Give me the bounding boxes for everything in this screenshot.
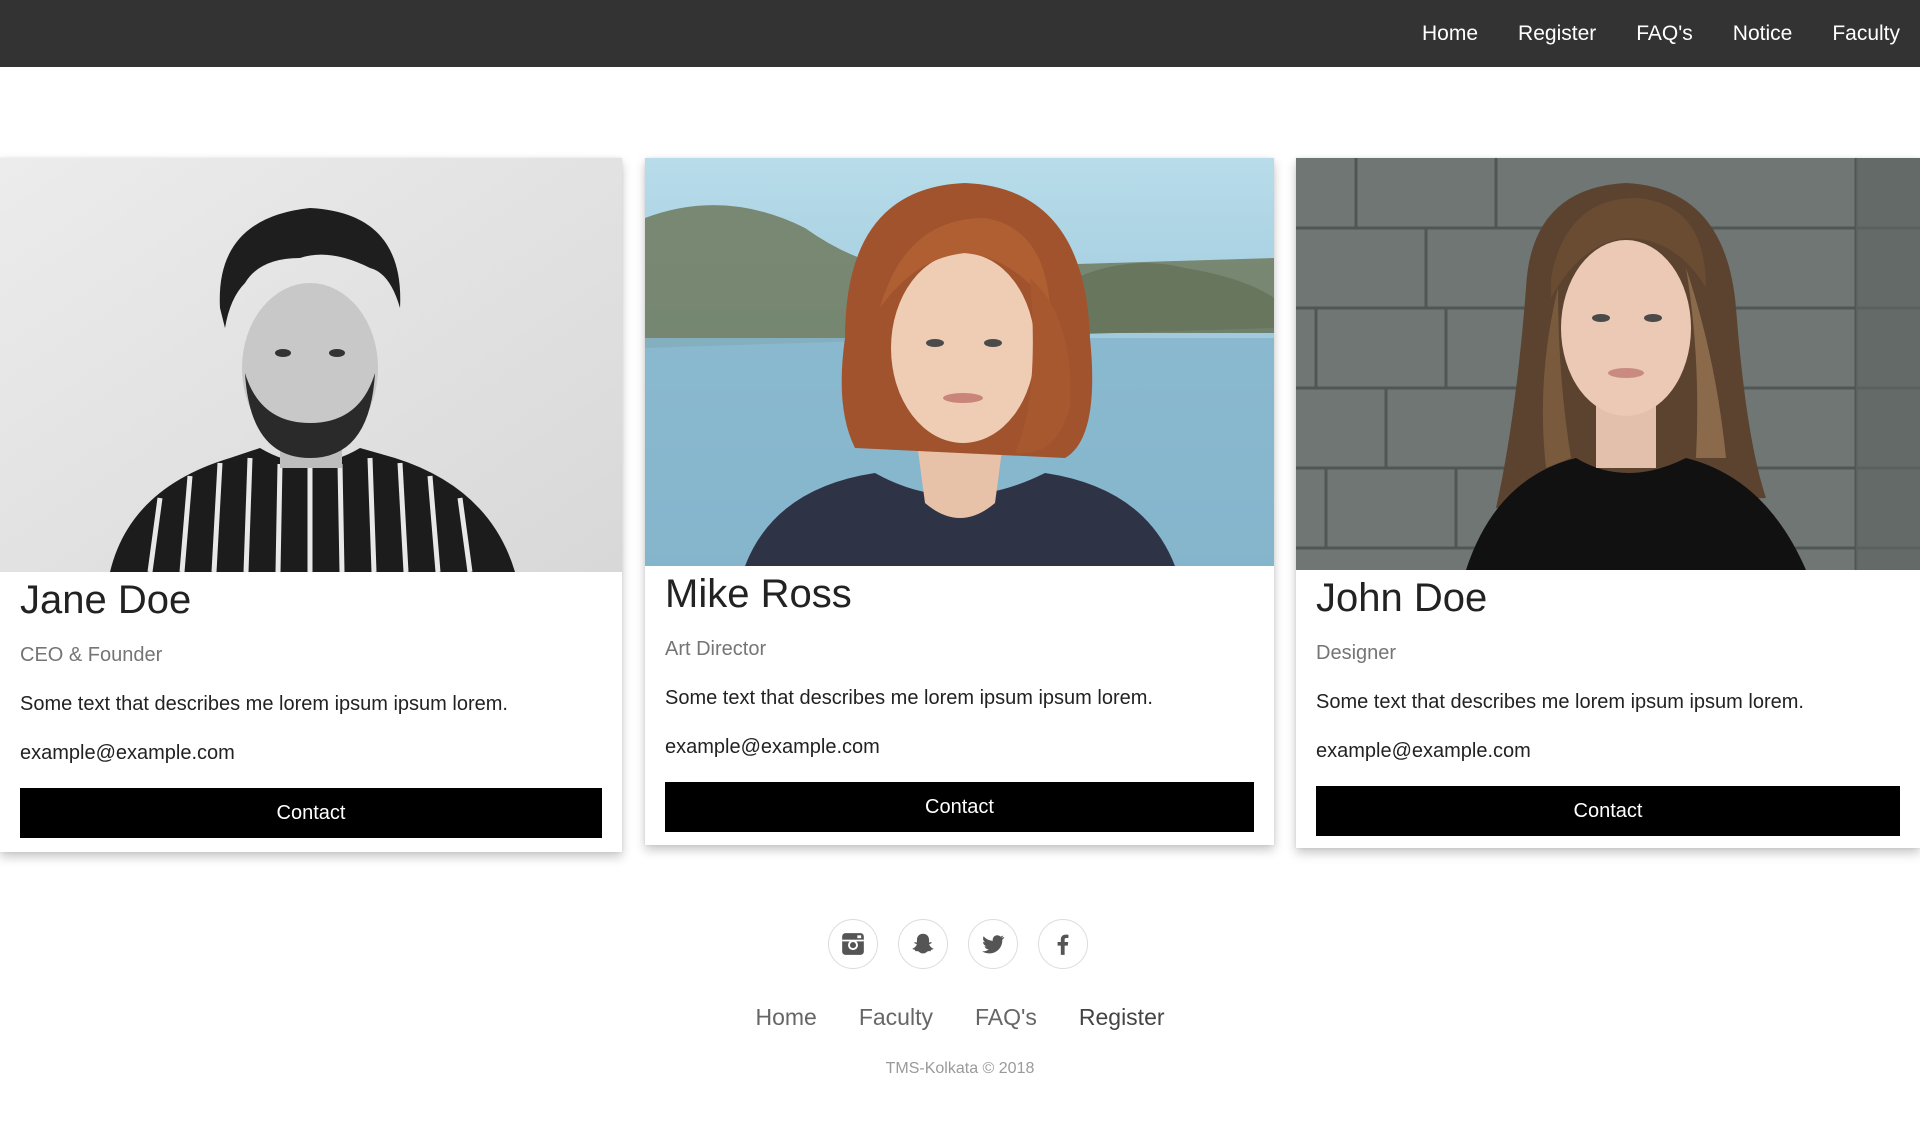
profile-email: example@example.com: [20, 742, 235, 764]
nav-link-register[interactable]: Register: [1498, 0, 1616, 67]
contact-button[interactable]: Contact: [665, 782, 1254, 832]
nav-link-home[interactable]: Home: [1402, 0, 1498, 67]
profile-description: Some text that describes me lorem ipsum …: [665, 687, 1153, 709]
snapchat-button[interactable]: [898, 919, 948, 969]
profile-photo: [645, 158, 1274, 566]
profile-email: example@example.com: [1316, 740, 1531, 762]
profile-card-mike-ross: Mike Ross Art Director Some text that de…: [645, 158, 1274, 845]
top-navbar: Home Register FAQ's Notice Faculty: [0, 0, 1920, 67]
footer-nav: Home Faculty FAQ's Register: [0, 1004, 1920, 1031]
profile-description: Some text that describes me lorem ipsum …: [1316, 691, 1804, 713]
footer-link-home[interactable]: Home: [755, 1004, 816, 1031]
snapchat-icon: [912, 933, 934, 954]
profile-name: Mike Ross: [665, 572, 852, 616]
contact-button[interactable]: Contact: [1316, 786, 1900, 836]
top-nav-menu: Home Register FAQ's Notice Faculty: [1402, 0, 1920, 67]
profile-name: Jane Doe: [20, 578, 192, 622]
instagram-icon: [842, 933, 864, 955]
profile-photo: [1296, 158, 1920, 570]
nav-link-faqs[interactable]: FAQ's: [1616, 0, 1713, 67]
facebook-button[interactable]: [1038, 919, 1088, 969]
twitter-icon: [982, 935, 1005, 954]
profile-name: John Doe: [1316, 576, 1488, 620]
nav-link-notice[interactable]: Notice: [1713, 0, 1813, 67]
contact-button[interactable]: Contact: [20, 788, 602, 838]
footer-link-faqs[interactable]: FAQ's: [975, 1004, 1037, 1031]
facebook-icon: [1057, 934, 1069, 955]
instagram-button[interactable]: [828, 919, 878, 969]
profile-email: example@example.com: [665, 736, 880, 758]
profile-photo: [0, 158, 622, 572]
profile-card-john-doe: John Doe Designer Some text that describ…: [1296, 158, 1920, 848]
profile-description: Some text that describes me lorem ipsum …: [20, 693, 508, 715]
profile-role: CEO & Founder: [20, 644, 163, 666]
footer-link-faculty[interactable]: Faculty: [859, 1004, 933, 1031]
copyright-text: TMS-Kolkata © 2018: [885, 1060, 1035, 1077]
nav-link-faculty[interactable]: Faculty: [1812, 0, 1920, 67]
profile-card-jane-doe: Jane Doe CEO & Founder Some text that de…: [0, 158, 622, 852]
footer-link-register[interactable]: Register: [1079, 1004, 1165, 1031]
profile-role: Art Director: [665, 638, 767, 660]
profile-role: Designer: [1316, 642, 1397, 664]
twitter-button[interactable]: [968, 919, 1018, 969]
social-links: [828, 919, 1088, 969]
